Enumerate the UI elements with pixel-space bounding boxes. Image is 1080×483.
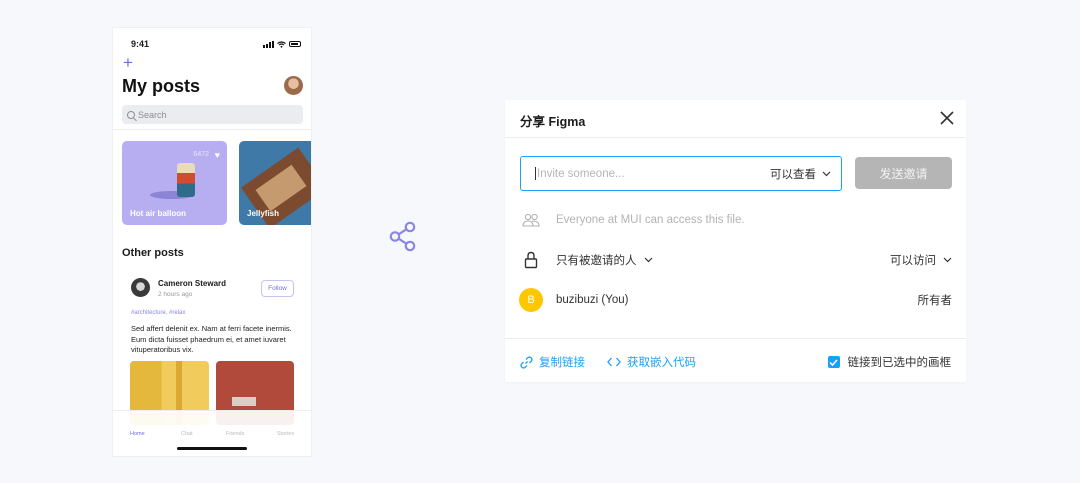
embed-code-button[interactable]: 获取嵌入代码	[607, 354, 696, 370]
card-label: Hot air balloon	[130, 209, 186, 218]
add-post-button[interactable]: +	[123, 54, 133, 71]
dialog-header: 分享 Figma	[505, 100, 966, 138]
copy-link-label: 复制链接	[539, 357, 585, 369]
chevron-down-icon	[943, 257, 952, 263]
share-dialog: 分享 Figma 可以查看 发送邀请 Everyone at MUI can a…	[505, 100, 966, 382]
status-icons	[263, 40, 301, 48]
heart-icon[interactable]: ♥	[215, 151, 220, 160]
image-detail	[232, 397, 256, 406]
section-title: Other posts	[122, 247, 184, 259]
phone-mockup: 9:41 + My posts Search 6472 ♥ Hot air ba…	[113, 28, 311, 456]
access-permission-label: 可以访问	[890, 255, 936, 267]
team-icon	[520, 209, 542, 231]
send-invite-button[interactable]: 发送邀请	[855, 157, 952, 189]
access-level-dropdown[interactable]: 只有被邀请的人	[556, 252, 653, 268]
dialog-title: 分享 Figma	[520, 115, 586, 129]
page-title: My posts	[122, 76, 201, 96]
link-to-frame-checkbox[interactable]	[827, 356, 840, 368]
embed-code-label: 获取嵌入代码	[627, 357, 696, 369]
post-body: Sed affert delenit ex. Nam at ferri face…	[131, 324, 292, 354]
code-icon	[607, 357, 621, 367]
post-card[interactable]: Jellyfish	[239, 141, 311, 225]
user-role: 所有者	[917, 295, 953, 307]
access-permission-dropdown[interactable]: 可以访问	[890, 252, 952, 268]
permission-value: 可以查看	[770, 169, 816, 181]
status-bar: 9:41	[113, 28, 311, 54]
permission-dropdown[interactable]: 可以查看	[770, 166, 831, 182]
divider	[113, 129, 311, 130]
tab-friends[interactable]: Friends	[226, 431, 244, 437]
share-icon	[389, 221, 416, 252]
chevron-down-icon	[822, 171, 831, 177]
close-icon[interactable]	[939, 110, 955, 126]
everyone-access-text: Everyone at MUI can access this file.	[556, 214, 745, 226]
link-to-frame-option[interactable]: 链接到已选中的画框	[827, 354, 952, 370]
search-input[interactable]: Search	[122, 105, 303, 124]
member-row: B buzibuzi (You) 所有者	[519, 288, 953, 312]
copy-link-button[interactable]: 复制链接	[520, 354, 585, 370]
card-label: Jellyfish	[247, 209, 280, 218]
access-row: 只有被邀请的人 可以访问	[520, 249, 952, 271]
lock-icon	[520, 249, 542, 271]
tab-home[interactable]: Home	[130, 431, 145, 437]
access-level-label: 只有被邀请的人	[556, 255, 637, 267]
link-to-frame-label: 链接到已选中的画框	[847, 357, 952, 369]
search-placeholder: Search	[138, 109, 167, 120]
wifi-icon	[277, 40, 286, 48]
signal-icon	[263, 40, 274, 48]
like-count: 6472	[193, 151, 209, 158]
divider	[505, 338, 966, 339]
tab-stories[interactable]: Stories	[277, 431, 294, 437]
everyone-row: Everyone at MUI can access this file.	[520, 209, 952, 231]
battery-icon	[289, 41, 301, 47]
card-image	[177, 163, 195, 197]
invite-field[interactable]: 可以查看	[520, 156, 842, 191]
author-name[interactable]: Cameron Steward	[158, 279, 226, 288]
user-avatar: B	[519, 288, 543, 312]
tab-chat[interactable]: Chat	[181, 431, 193, 437]
user-name: buzibuzi (You)	[556, 294, 629, 306]
checkmark-icon	[829, 358, 838, 366]
invite-input[interactable]	[537, 167, 757, 180]
home-indicator	[177, 447, 247, 450]
search-icon	[127, 110, 135, 119]
chevron-down-icon	[644, 257, 652, 263]
text-cursor	[535, 167, 536, 180]
author-avatar[interactable]	[131, 278, 150, 297]
follow-button[interactable]: Follow	[261, 280, 294, 297]
post-tags[interactable]: #architecture, #relax	[131, 310, 185, 316]
post-card[interactable]: 6472 ♥ Hot air balloon	[122, 141, 227, 225]
post-time: 2 hours ago	[158, 291, 193, 298]
status-time: 9:41	[131, 39, 150, 49]
profile-avatar[interactable]	[284, 76, 303, 95]
link-icon	[520, 355, 533, 369]
